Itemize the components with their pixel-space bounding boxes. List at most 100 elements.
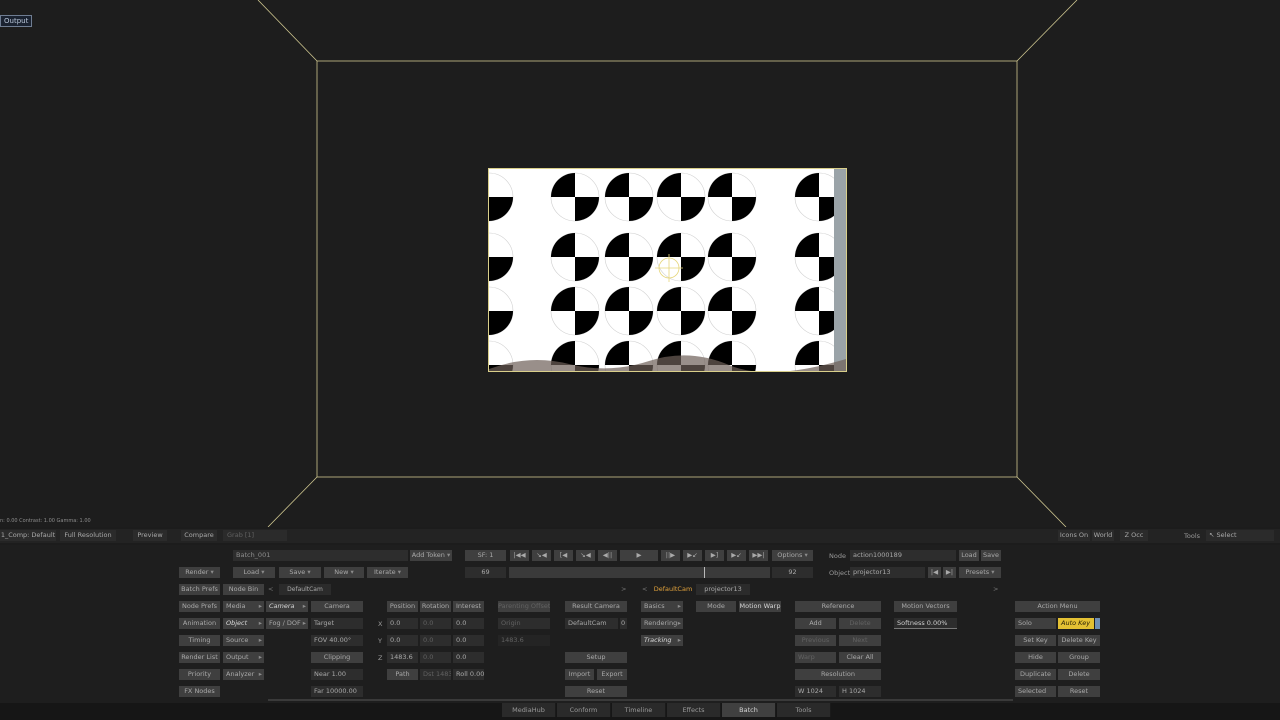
node-load-button[interactable]: Load (959, 550, 979, 561)
render-list-button[interactable]: Render List (179, 652, 220, 663)
next-reference-button[interactable]: Next (839, 635, 881, 646)
source-menu[interactable]: Source ▸ (223, 635, 264, 646)
motion-warp-button[interactable]: Motion Warp (739, 601, 781, 612)
prev-object-icon[interactable]: |◀ (928, 567, 941, 578)
group-button[interactable]: Group (1058, 652, 1100, 663)
camera-button[interactable]: Camera (311, 601, 363, 612)
save-dropdown[interactable]: Save ▾ (279, 567, 321, 578)
solo-button[interactable]: Solo (1015, 618, 1056, 629)
chevron-right-icon[interactable]: > (993, 585, 998, 593)
reset-button[interactable]: Reset (1058, 686, 1100, 697)
add-token-dropdown[interactable]: Add Token ▾ (410, 550, 452, 561)
export-button[interactable]: Export (597, 669, 627, 680)
presets-dropdown[interactable]: Presets ▾ (959, 567, 1001, 578)
fov-field[interactable]: FOV 40.00° (311, 635, 363, 646)
analyzer-menu[interactable]: Analyzer ▸ (223, 669, 264, 680)
hide-button[interactable]: Hide (1015, 652, 1056, 663)
new-dropdown[interactable]: New ▾ (324, 567, 364, 578)
import-button[interactable]: Import (565, 669, 594, 680)
rotation-header[interactable]: Rotation (420, 601, 451, 612)
object-name-field[interactable]: projector13 (850, 567, 925, 578)
preview-button[interactable]: Preview (133, 530, 167, 541)
timeline-scrubber[interactable] (509, 567, 770, 578)
delete-button[interactable]: Delete (1058, 669, 1100, 680)
prev-key-icon[interactable]: ↘◀ (532, 550, 551, 561)
parenting-offset-button[interactable]: Parenting Offset (498, 601, 550, 612)
target-field[interactable]: Target (311, 618, 363, 629)
resolution-button[interactable]: Full Resolution (60, 530, 116, 541)
duplicate-button[interactable]: Duplicate (1015, 669, 1056, 680)
z-occ-button[interactable]: Z Occ (1120, 530, 1148, 541)
load-dropdown[interactable]: Load ▾ (233, 567, 275, 578)
camera-selector[interactable]: DefaultCam (279, 584, 331, 595)
result-camera-field[interactable]: DefaultCam (565, 618, 618, 629)
output-menu[interactable]: Output ▸ (223, 652, 264, 663)
result-camera-button[interactable]: Result Camera (565, 601, 627, 612)
output-label[interactable]: Output (0, 15, 33, 27)
auto-key-button[interactable]: Auto Key (1058, 618, 1094, 629)
near-field[interactable]: Near 1.00 (311, 669, 363, 680)
reset-camera-button[interactable]: Reset (565, 686, 627, 697)
add-reference-button[interactable]: Add (795, 618, 836, 629)
interest-x-field[interactable]: 0.0 (453, 618, 484, 629)
3d-viewport[interactable]: Output n: 0.00 Contrast: 1.00 Gamma: 1.0… (0, 0, 1280, 527)
render-dropdown[interactable]: Render ▾ (179, 567, 220, 578)
object-menu[interactable]: Object ▸ (223, 618, 264, 629)
tab-timeline[interactable]: Timeline (612, 703, 666, 717)
tab-conform[interactable]: Conform (557, 703, 611, 717)
distance-field[interactable]: Dst 1483 (420, 669, 451, 680)
position-z-field[interactable]: 1483.6 (387, 652, 418, 663)
node-name-field[interactable]: action1000189 (850, 550, 956, 561)
rotation-x-field[interactable]: 0.0 (420, 618, 451, 629)
playhead[interactable] (704, 567, 705, 578)
media-menu[interactable]: Media ▸ (223, 601, 264, 612)
warp-button[interactable]: Warp (795, 652, 836, 663)
delete-key-button[interactable]: Delete Key (1058, 635, 1100, 646)
cam-tab-defaultcam[interactable]: DefaultCam (652, 584, 694, 595)
chevron-left-icon[interactable]: < (642, 585, 647, 593)
tab-mediahub[interactable]: MediaHub (502, 703, 556, 717)
sf-field[interactable]: SF: 1 (465, 550, 506, 561)
comp-selector[interactable]: 1_Comp: Default (0, 530, 56, 541)
iterate-dropdown[interactable]: Iterate ▾ (367, 567, 408, 578)
prev-frame-icon[interactable]: [◀ (554, 550, 573, 561)
mode-button[interactable]: Mode (696, 601, 736, 612)
compare-button[interactable]: Compare (181, 530, 217, 541)
delete-reference-button[interactable]: Delete (839, 618, 881, 629)
tab-tools[interactable]: Tools (777, 703, 831, 717)
interest-z-field[interactable]: 0.0 (453, 652, 484, 663)
clipping-button[interactable]: Clipping (311, 652, 363, 663)
tracking-menu[interactable]: Tracking ▸ (641, 635, 683, 646)
position-y-field[interactable]: 0.0 (387, 635, 418, 646)
batch-name-field[interactable]: Batch_001 (233, 550, 408, 561)
fog-dof-menu[interactable]: Fog / DOF ▸ (266, 618, 308, 629)
current-frame-field[interactable]: 69 (465, 567, 506, 578)
roll-field[interactable]: Roll 0.00 (453, 669, 484, 680)
position-x-field[interactable]: 0.0 (387, 618, 418, 629)
node-prefs-button[interactable]: Node Prefs (179, 601, 220, 612)
next-key-alt-icon[interactable]: ▶↙ (727, 550, 746, 561)
fx-nodes-button[interactable]: FX Nodes (179, 686, 220, 697)
priority-button[interactable]: Priority (179, 669, 220, 680)
cam-tab-projector[interactable]: projector13 (696, 584, 750, 595)
softness-field[interactable]: Softness 0.00% (894, 618, 957, 629)
interest-header[interactable]: Interest (453, 601, 484, 612)
prev-key-alt-icon[interactable]: ↘◀ (576, 550, 595, 561)
batch-prefs-button[interactable]: Batch Prefs (179, 584, 220, 595)
tab-batch[interactable]: Batch (722, 703, 776, 717)
height-field[interactable]: H 1024 (839, 686, 881, 697)
basics-menu[interactable]: Basics ▸ (641, 601, 683, 612)
motion-vectors-button[interactable]: Motion Vectors (894, 601, 957, 612)
node-bin-button[interactable]: Node Bin (223, 584, 264, 595)
grab-button[interactable]: Grab [1] (223, 530, 287, 541)
result-camera-index[interactable]: 0 (620, 618, 627, 629)
previous-reference-button[interactable]: Previous (795, 635, 836, 646)
action-menu-button[interactable]: Action Menu (1015, 601, 1100, 612)
path-button[interactable]: Path (387, 669, 418, 680)
interest-y-field[interactable]: 0.0 (453, 635, 484, 646)
chevron-right-icon[interactable]: > (621, 585, 626, 593)
go-to-start-icon[interactable]: |◀◀ (510, 550, 529, 561)
camera-menu[interactable]: Camera ▸ (266, 601, 308, 612)
next-frame-icon[interactable]: ▶] (705, 550, 724, 561)
reference-button[interactable]: Reference (795, 601, 881, 612)
